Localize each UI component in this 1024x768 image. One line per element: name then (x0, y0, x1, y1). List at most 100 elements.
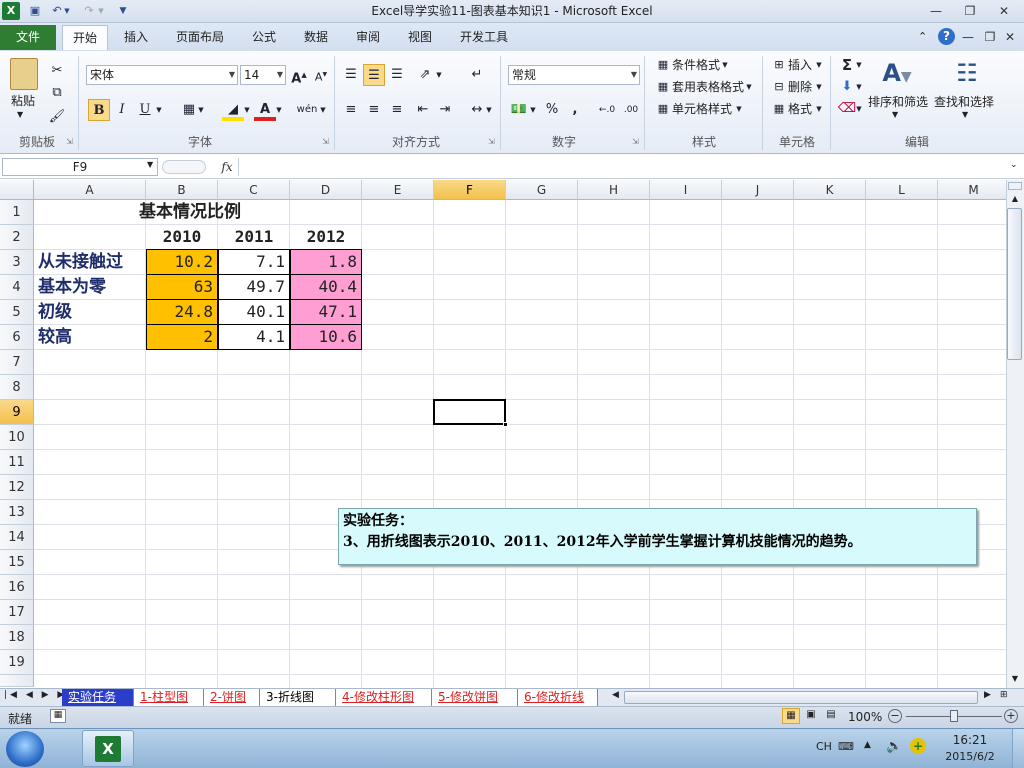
workbook-close-button[interactable]: ✕ (1000, 28, 1020, 46)
sheet-tab[interactable]: 3-折线图 (260, 689, 336, 706)
format-as-table-button[interactable]: 套用表格格式 (672, 76, 744, 98)
data-cell[interactable]: 63 (146, 274, 218, 300)
row-label-cell[interactable]: 较高 (34, 325, 146, 350)
row-header-15[interactable]: 15 (0, 550, 34, 575)
zoom-slider-thumb[interactable] (950, 710, 958, 722)
phonetic-icon[interactable]: wén (296, 99, 318, 121)
align-right-icon[interactable]: ≡ (386, 99, 408, 121)
format-cells-icon[interactable]: ▦ (768, 98, 790, 120)
font-family-dropdown-icon[interactable]: ▼ (229, 66, 235, 84)
restore-button[interactable]: ❐ (956, 2, 984, 20)
tray-app-icon[interactable]: + (910, 738, 926, 754)
scroll-up-icon[interactable]: ▲ (1008, 192, 1022, 206)
align-bottom-icon[interactable]: ☰ (386, 64, 408, 86)
data-cell[interactable]: 40.1 (218, 299, 290, 325)
currency-dropdown-icon[interactable]: ▼ (528, 99, 538, 121)
copy-icon[interactable]: ⧉ (46, 82, 68, 104)
row-header-1[interactable]: 1 (0, 200, 34, 225)
italic-button[interactable]: I (111, 99, 133, 121)
row-header-18[interactable]: 18 (0, 625, 34, 650)
save-icon[interactable]: ▣ (26, 2, 44, 20)
hscroll-left-icon[interactable]: ◀ (612, 690, 619, 700)
task-note-textbox[interactable]: 实验任务： 3、用折线图表示2010、2011、2012年入学前学生掌握计算机技… (338, 508, 977, 565)
borders-dropdown-icon[interactable]: ▼ (196, 99, 206, 121)
row-header-17[interactable]: 17 (0, 600, 34, 625)
row-header-14[interactable]: 14 (0, 525, 34, 550)
close-button[interactable]: ✕ (990, 2, 1018, 20)
conditional-format-icon[interactable]: ▦ (652, 54, 674, 76)
sheet-tab[interactable]: 实验任务 (62, 689, 134, 706)
number-format-dropdown-icon[interactable]: ▼ (631, 66, 637, 84)
row-header-9[interactable]: 9 (0, 400, 34, 425)
active-cell-selector[interactable] (433, 399, 506, 425)
sort-filter-dropdown-icon[interactable]: ▼ (892, 110, 898, 119)
insert-cells-icon[interactable]: ⊞ (768, 54, 790, 76)
align-middle-icon[interactable]: ☰ (363, 64, 385, 86)
format-as-table-icon[interactable]: ▦ (652, 76, 674, 98)
data-cell[interactable]: 10.6 (290, 324, 362, 350)
align-center-icon[interactable]: ≡ (363, 99, 385, 121)
sheet-tab[interactable]: 4-修改柱形图 (336, 689, 432, 706)
worksheet-grid[interactable]: A B C D E F G H I J K L M 1 2 3 4 5 6 7 8 9 10 11 12 13 14 15 16 17 18… (0, 180, 1006, 688)
row-header-11[interactable]: 11 (0, 450, 34, 475)
row-header-19[interactable]: 19 (0, 650, 34, 675)
fill-handle[interactable] (503, 422, 508, 427)
tray-expand-icon[interactable]: ▲ (864, 740, 871, 750)
zoom-level[interactable]: 100% (848, 710, 882, 724)
column-header-a[interactable]: A (34, 180, 146, 200)
sheet-tab[interactable]: 5-修改饼图 (432, 689, 518, 706)
volume-icon[interactable]: 🔈 (886, 739, 902, 754)
delete-cells-dropdown-icon[interactable]: ▼ (814, 76, 824, 98)
data-cell[interactable]: 49.7 (218, 274, 290, 300)
workbook-minimize-button[interactable]: — (958, 28, 978, 46)
conditional-format-button[interactable]: 条件格式 (672, 54, 720, 76)
row-header-12[interactable]: 12 (0, 475, 34, 500)
row-header-6[interactable]: 6 (0, 325, 34, 350)
cell-styles-icon[interactable]: ▦ (652, 98, 674, 120)
alignment-launcher-icon[interactable]: ⇲ (488, 137, 495, 146)
font-size-dropdown-icon[interactable]: ▼ (277, 66, 283, 84)
keyboard-icon[interactable]: ⌨ (838, 740, 854, 753)
insert-cells-button[interactable]: 插入 (788, 54, 812, 76)
data-cell[interactable]: 47.1 (290, 299, 362, 325)
cell-styles-dropdown-icon[interactable]: ▼ (734, 98, 744, 120)
column-header-f[interactable]: F (434, 180, 506, 200)
currency-icon[interactable]: 💵 (508, 99, 530, 121)
data-cell[interactable]: 7.1 (218, 249, 290, 275)
format-cells-button[interactable]: 格式 (788, 98, 812, 120)
autosum-dropdown-icon[interactable]: ▼ (854, 54, 864, 76)
excel-logo-icon[interactable]: X (2, 2, 20, 20)
data-cell[interactable]: 4.1 (218, 324, 290, 350)
row-header-16[interactable]: 16 (0, 575, 34, 600)
format-painter-icon[interactable]: 🖌 (46, 106, 68, 128)
tab-view[interactable]: 视图 (398, 25, 442, 50)
column-header-e[interactable]: E (362, 180, 434, 200)
decrease-decimal-icon[interactable]: .00 (620, 99, 642, 121)
delete-cells-icon[interactable]: ⊟ (768, 76, 790, 98)
data-cell[interactable]: 1.8 (290, 249, 362, 275)
tab-insert[interactable]: 插入 (114, 25, 158, 50)
font-family-combo[interactable]: 宋体 ▼ (86, 65, 238, 85)
fill-color-icon[interactable]: ◢ (222, 99, 244, 121)
split-box-handle[interactable] (1008, 182, 1022, 190)
column-header-l[interactable]: L (866, 180, 938, 200)
tab-home[interactable]: 开始 (62, 25, 109, 50)
page-layout-view-icon[interactable]: ▣ (802, 708, 820, 724)
insert-cells-dropdown-icon[interactable]: ▼ (814, 54, 824, 76)
row-header-20[interactable] (0, 675, 34, 687)
name-box-dropdown-icon[interactable]: ▼ (147, 160, 153, 169)
redo-dropdown-icon[interactable]: ▼ (96, 2, 106, 20)
paste-button[interactable]: 粘贴 (11, 90, 35, 112)
tab-review[interactable]: 审阅 (346, 25, 390, 50)
year-header-cell[interactable]: 2010 (146, 225, 218, 250)
vertical-scroll-thumb[interactable] (1007, 208, 1022, 360)
align-left-icon[interactable]: ≡ (340, 99, 362, 121)
row-header-7[interactable]: 7 (0, 350, 34, 375)
tab-page-layout[interactable]: 页面布局 (166, 25, 234, 50)
font-color-icon[interactable]: A (254, 99, 276, 121)
select-all-button[interactable] (0, 180, 34, 200)
decrease-indent-icon[interactable]: ⇤ (412, 99, 434, 121)
column-header-b[interactable]: B (146, 180, 218, 200)
column-header-c[interactable]: C (218, 180, 290, 200)
tab-formulas[interactable]: 公式 (242, 25, 286, 50)
